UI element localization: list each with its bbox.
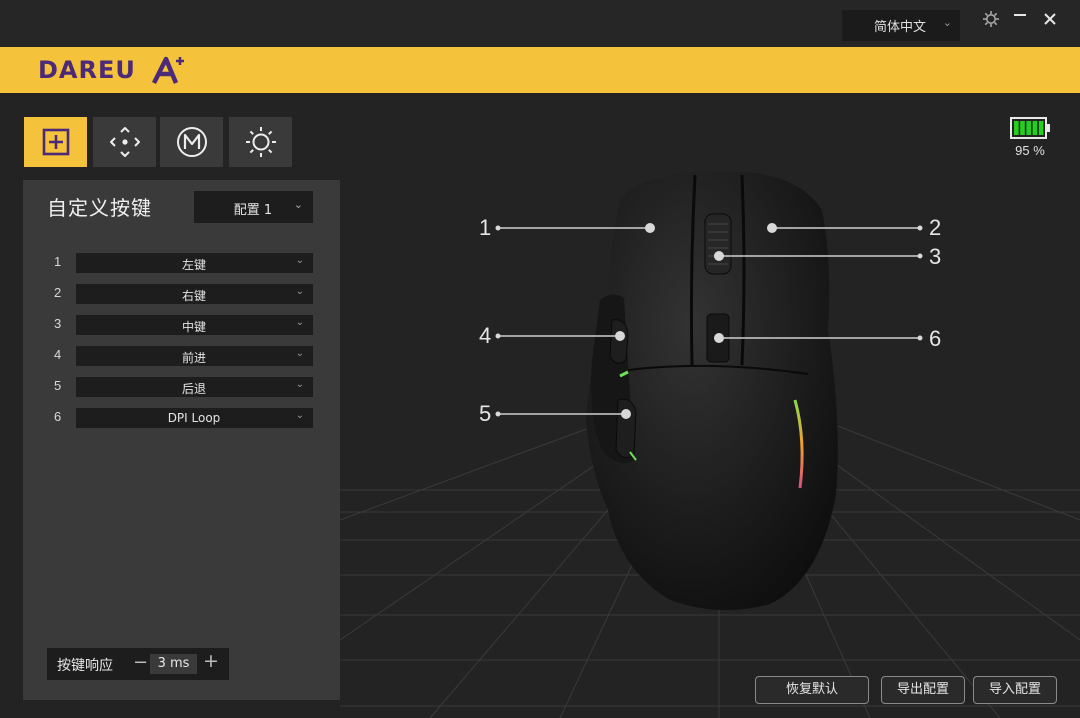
- callout-label: 4: [479, 323, 492, 348]
- language-label: 简体中文: [873, 20, 926, 35]
- key-response-label: 按键响应: [57, 658, 113, 674]
- key-assign-value: DPI Loop: [167, 411, 221, 425]
- a-plus-logo-icon: [151, 56, 184, 85]
- callout-label: 2: [929, 215, 942, 240]
- key-assign-value: 左键: [181, 258, 206, 272]
- decrease-button[interactable]: −: [133, 652, 148, 673]
- close-icon[interactable]: [1037, 6, 1063, 32]
- key-response-control: 按键响应 − 3 ms +: [47, 648, 229, 680]
- chevron-down-icon: ⌄: [295, 255, 304, 266]
- callout-label: 1: [479, 215, 492, 240]
- key-number: 6: [54, 409, 62, 424]
- minimize-icon[interactable]: [1007, 6, 1033, 32]
- key-assign-select-1[interactable]: 左键 ⌄: [76, 253, 313, 273]
- key-row: 4 前进 ⌄: [23, 346, 340, 366]
- button-settings-panel: 自定义按键 配置 1 ⌄ 1 左键 ⌄ 2 右键 ⌄ 3 中键 ⌄ 4 前进 ⌄…: [23, 180, 340, 700]
- macro-m-icon: [176, 127, 207, 157]
- tab-lighting[interactable]: [229, 117, 292, 167]
- key-assign-select-2[interactable]: 右键 ⌄: [76, 284, 313, 304]
- key-number: 3: [54, 316, 62, 331]
- chevron-down-icon: ⌄: [295, 348, 304, 359]
- key-number: 4: [54, 347, 62, 362]
- button-assign-icon: [42, 128, 69, 156]
- restore-defaults-button[interactable]: 恢复默认: [755, 676, 869, 704]
- key-assign-select-5[interactable]: 后退 ⌄: [76, 377, 313, 397]
- lighting-sun-icon: [245, 127, 276, 157]
- key-assign-select-4[interactable]: 前进 ⌄: [76, 346, 313, 366]
- callout-label: 6: [929, 326, 942, 351]
- callout-label: 3: [929, 244, 942, 269]
- mouse-stage: [339, 93, 1080, 718]
- key-number: 5: [54, 378, 62, 393]
- chevron-down-icon: ⌄: [295, 410, 304, 421]
- logo-text: DAREU: [38, 56, 136, 84]
- key-assign-value: 后退: [181, 382, 206, 396]
- key-number: 1: [54, 254, 62, 269]
- key-row: 6 DPI Loop ⌄: [23, 408, 340, 428]
- key-assign-value: 中键: [181, 320, 206, 334]
- tab-button-assign[interactable]: [24, 117, 87, 167]
- import-config-button[interactable]: 导入配置: [973, 676, 1057, 704]
- dpi-arrows-icon: [109, 127, 140, 157]
- key-row: 3 中键 ⌄: [23, 315, 340, 335]
- scroll-wheel: [704, 213, 732, 275]
- gear-icon[interactable]: [978, 6, 1004, 32]
- panel-title: 自定义按键: [47, 196, 152, 220]
- key-number: 2: [54, 285, 62, 300]
- title-bar: 简体中文 ⌄: [0, 0, 1080, 47]
- chevron-down-icon: ⌄: [295, 379, 304, 390]
- export-config-button[interactable]: 导出配置: [881, 676, 965, 704]
- key-assign-select-6[interactable]: DPI Loop ⌄: [76, 408, 313, 428]
- language-select[interactable]: 简体中文 ⌄: [842, 10, 960, 41]
- key-response-value[interactable]: 3 ms: [150, 654, 197, 674]
- chevron-down-icon: ⌄: [295, 286, 304, 297]
- key-row: 1 左键 ⌄: [23, 253, 340, 273]
- dareu-logo: DAREU: [38, 56, 184, 85]
- brand-bar: DAREU: [0, 47, 1080, 93]
- chevron-down-icon: ⌄: [295, 317, 304, 328]
- key-assign-value: 右键: [181, 289, 206, 303]
- key-assign-value: 前进: [181, 351, 206, 365]
- chevron-down-icon: ⌄: [293, 199, 303, 211]
- key-row: 2 右键 ⌄: [23, 284, 340, 304]
- callout-label: 5: [479, 401, 492, 426]
- tab-macro[interactable]: [160, 117, 223, 167]
- key-row: 5 后退 ⌄: [23, 377, 340, 397]
- increase-button[interactable]: +: [203, 650, 219, 672]
- mouse-preview: [339, 172, 1080, 718]
- chevron-down-icon: ⌄: [942, 16, 952, 29]
- profile-select[interactable]: 配置 1 ⌄: [194, 191, 313, 223]
- tab-dpi[interactable]: [93, 117, 156, 167]
- key-assign-select-3[interactable]: 中键 ⌄: [76, 315, 313, 335]
